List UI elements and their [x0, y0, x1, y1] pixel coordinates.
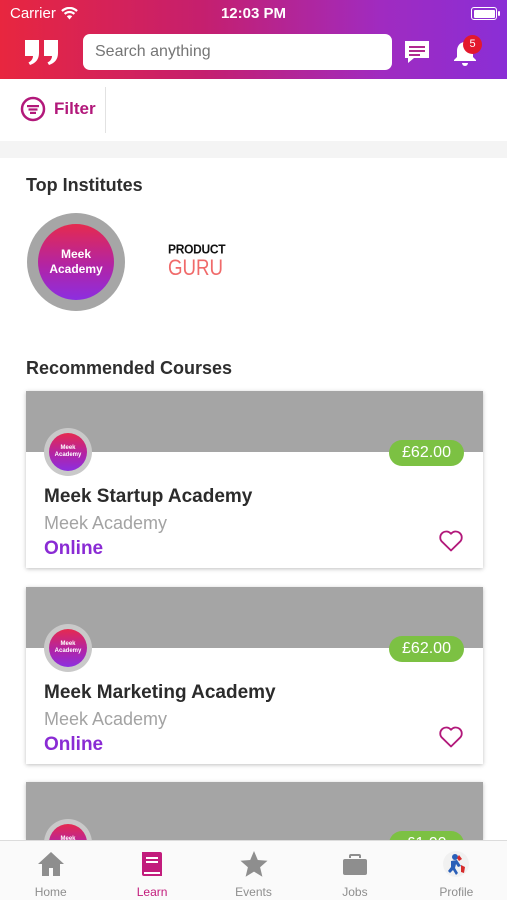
tab-label: Jobs	[342, 885, 368, 899]
filter-label: Filter	[54, 99, 96, 118]
course-card[interactable]: Meek Academy £62.00 Meek Startup Academy …	[26, 391, 483, 568]
top-institutes-title: Top Institutes	[26, 175, 143, 195]
institute-product-guru[interactable]: PRODUCT GURU	[168, 241, 228, 286]
price-badge: £62.00	[389, 440, 464, 466]
tab-label: Home	[34, 885, 67, 899]
course-avatar: MeekAcademy	[49, 433, 87, 471]
tab-learn[interactable]: Learn	[101, 841, 202, 900]
app-logo[interactable]	[24, 38, 60, 66]
app-header: Carrier 12:03 PM 5	[0, 0, 507, 79]
course-mode: Online	[44, 734, 104, 755]
tab-label: Learn	[136, 885, 168, 899]
filter-icon	[20, 96, 46, 122]
search-input[interactable]	[83, 34, 392, 70]
heart-icon[interactable]	[438, 529, 464, 553]
tab-profile[interactable]: Profile	[406, 841, 507, 900]
course-card[interactable]: Meek Academy £62.00 Meek Marketing Academ…	[26, 587, 483, 764]
tab-jobs[interactable]: Jobs	[304, 841, 405, 900]
message-icon[interactable]	[403, 39, 431, 65]
course-mode: Online	[44, 538, 104, 559]
course-institute: Meek Academy	[44, 709, 168, 729]
notification-badge: 5	[463, 35, 482, 54]
clock: 12:03 PM	[220, 5, 287, 22]
price-badge: £62.00	[389, 636, 464, 662]
briefcase-icon	[342, 854, 367, 875]
tab-home[interactable]: Home	[0, 841, 101, 900]
price-badge: £1.00	[389, 831, 464, 840]
filter-bar: Filter	[0, 79, 507, 141]
tab-label: Events	[235, 885, 272, 899]
divider	[0, 141, 507, 158]
course-avatar: MeekAcademy	[49, 629, 87, 667]
meek-academy-logo-text: Meek Academy	[49, 247, 103, 276]
book-icon	[142, 852, 163, 876]
heart-icon[interactable]	[438, 725, 464, 749]
recommended-courses-title: Recommended Courses	[26, 358, 233, 378]
tab-events[interactable]: Events	[203, 841, 304, 900]
filter-button[interactable]: Filter	[20, 96, 96, 122]
tab-bar: Home Learn Events Jobs Profile	[0, 840, 507, 900]
star-icon	[240, 851, 268, 877]
product-guru-logo-bottom: GURU	[168, 255, 224, 280]
battery-icon	[471, 7, 500, 20]
home-icon	[37, 852, 64, 876]
course-title[interactable]: Meek Marketing Academy	[44, 682, 276, 704]
meek-academy-logo[interactable]: Meek Academy	[38, 224, 114, 300]
status-bar: Carrier 12:03 PM	[0, 0, 507, 28]
divider	[105, 87, 106, 133]
avatar	[443, 851, 470, 877]
course-institute: Meek Academy	[44, 513, 168, 533]
course-card[interactable]: MeekAcademy £1.00	[26, 782, 483, 840]
course-title[interactable]: Meek Startup Academy	[44, 486, 252, 508]
tab-label: Profile	[439, 885, 474, 899]
